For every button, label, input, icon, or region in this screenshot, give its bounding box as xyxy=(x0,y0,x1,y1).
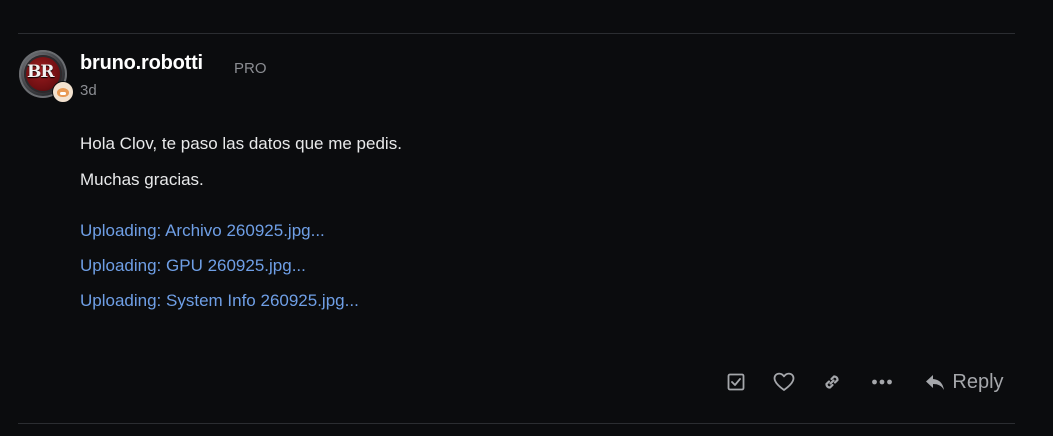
user-title-badge: PRO xyxy=(234,60,267,77)
post-paragraph: Hola Clov, te paso las datos que me pedi… xyxy=(80,134,402,153)
more-icon xyxy=(871,378,893,386)
post-divider xyxy=(18,33,1015,34)
avatar[interactable]: BR xyxy=(19,50,74,103)
heart-icon xyxy=(773,372,795,392)
post-divider xyxy=(18,423,1015,424)
more-actions-button[interactable] xyxy=(870,368,894,396)
reply-label: Reply xyxy=(952,370,1004,393)
avatar-flair-icon xyxy=(52,81,74,103)
previous-post-actions-cutoff xyxy=(720,0,1010,2)
post-date[interactable]: 3d xyxy=(80,82,97,99)
post-paragraph: Muchas gracias. xyxy=(80,170,204,189)
upload-link[interactable]: Uploading: Archivo 260925.jpg... xyxy=(80,221,325,241)
share-link-button[interactable] xyxy=(820,368,844,396)
link-icon xyxy=(821,371,843,393)
reply-icon xyxy=(924,372,946,392)
bookmark-button[interactable] xyxy=(724,368,748,396)
post-username[interactable]: bruno.robotti xyxy=(80,52,203,75)
upload-link[interactable]: Uploading: GPU 260925.jpg... xyxy=(80,256,306,276)
reply-button[interactable]: Reply xyxy=(922,368,1006,396)
topic-post-view: BR bruno.robotti PRO 3d Hola Clov, te pa… xyxy=(0,0,1053,436)
avatar-monogram: BR xyxy=(27,62,54,82)
upload-link[interactable]: Uploading: System Info 260925.jpg... xyxy=(80,291,359,311)
bookmark-icon xyxy=(726,372,746,392)
like-button[interactable] xyxy=(772,368,796,396)
